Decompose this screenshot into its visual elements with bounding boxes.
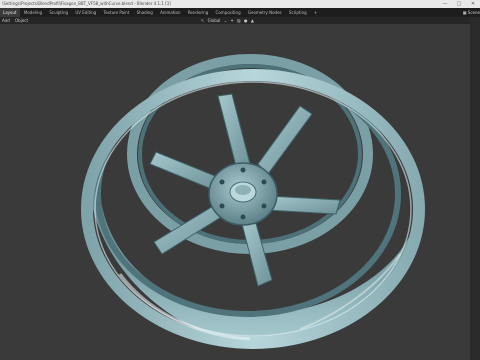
- add-workspace-button[interactable]: +: [311, 8, 320, 17]
- minimize-icon[interactable]: —: [438, 0, 452, 8]
- pivot-icon[interactable]: ✦: [229, 17, 234, 24]
- scene-label: Scene: [467, 10, 480, 15]
- snap-icon[interactable]: ▥: [236, 17, 242, 24]
- window-title: \Settings\Projects\BlendProfil\Fisagon_B…: [2, 1, 171, 6]
- right-toolbar-strip: [470, 17, 480, 360]
- chevron-down-icon[interactable]: ⌄: [223, 17, 228, 24]
- tab-modeling[interactable]: Modeling: [21, 8, 45, 17]
- tab-compositing[interactable]: Compositing: [213, 8, 244, 17]
- tab-rendering[interactable]: Rendering: [185, 8, 211, 17]
- window-titlebar: \Settings\Projects\BlendProfil\Fisagon_B…: [0, 0, 480, 8]
- tab-sculpting[interactable]: Sculpting: [46, 8, 71, 17]
- transform-orientation-icon: ↖: [201, 18, 205, 23]
- tab-uv-editing[interactable]: UV Editing: [72, 8, 99, 17]
- tab-geometry-nodes[interactable]: Geometry Nodes: [245, 8, 285, 17]
- tab-animation[interactable]: Animation: [157, 8, 183, 17]
- viewport-header: Add Object ↖ Global ⌄ ✦ ▥ ● ▲: [0, 17, 480, 24]
- menu-add[interactable]: Add: [0, 17, 12, 24]
- tab-texture-paint[interactable]: Texture Paint: [101, 8, 133, 17]
- orientation-dropdown[interactable]: Global: [207, 17, 222, 24]
- menu-object[interactable]: Object: [13, 17, 30, 24]
- wheel-model: [81, 54, 425, 349]
- scene-icon: ■: [462, 10, 467, 15]
- 3d-viewport[interactable]: [0, 24, 480, 360]
- close-icon[interactable]: ✕: [466, 0, 480, 8]
- tab-scripting[interactable]: Scripting: [286, 8, 310, 17]
- overlay-icon[interactable]: ▲: [250, 17, 255, 24]
- tab-layout[interactable]: Layout: [0, 8, 20, 17]
- scene-selector[interactable]: ■ Scene: [463, 8, 480, 17]
- tab-shading[interactable]: Shading: [134, 8, 156, 17]
- proportional-edit-icon[interactable]: ●: [243, 17, 249, 24]
- workspace-tab-bar: Layout Modeling Sculpting UV Editing Tex…: [0, 8, 480, 17]
- transform-tools: ↖ Global ⌄ ✦ ▥ ● ▲: [200, 17, 255, 24]
- maximize-icon[interactable]: □: [452, 0, 466, 8]
